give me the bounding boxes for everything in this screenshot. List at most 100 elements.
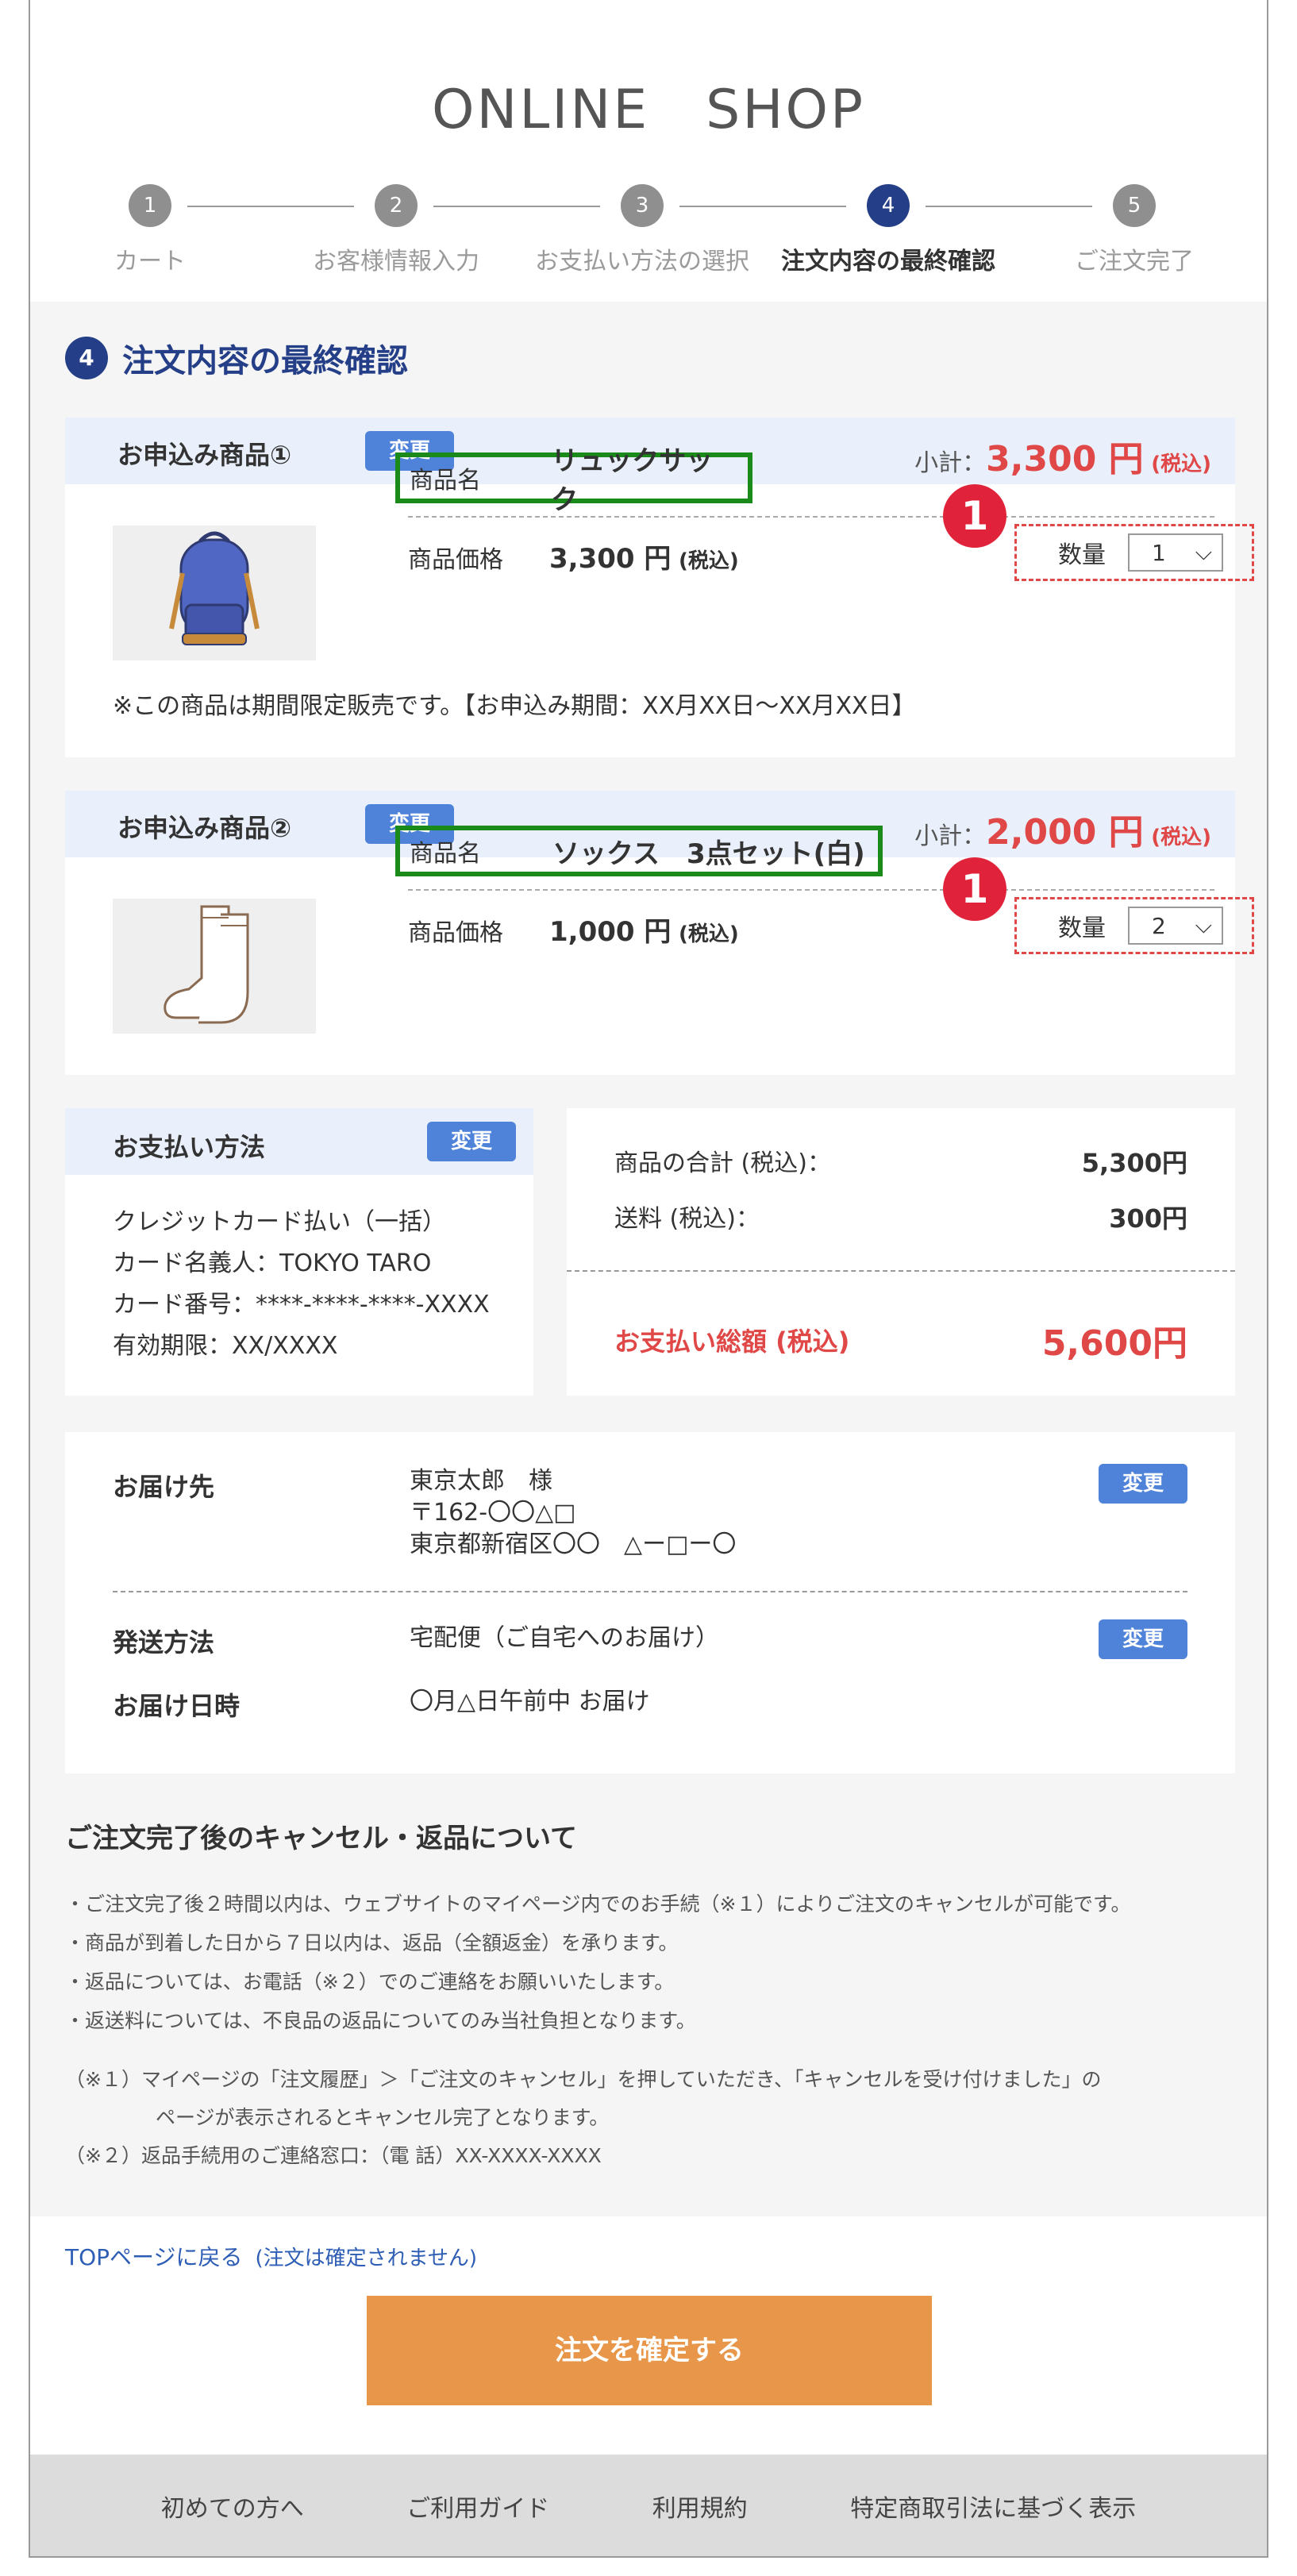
order-item-1: お申込み商品① 変更 小計：3,300 円 (税込) 商品名 リュックサック 商… [65, 418, 1254, 757]
shipping-fee-label: 送料 (税込)： [614, 1205, 760, 1233]
quantity-label: 数量 [1058, 914, 1106, 942]
shop-title: ONLINE SHOP [432, 79, 865, 141]
shipping-method-label: 発送方法 [113, 1627, 215, 1658]
footer-link-terms[interactable]: 利用規約 [652, 2489, 748, 2524]
step-label: ご注文完了 [1075, 248, 1194, 275]
shipping-card: お届け先 東京太郎 様 〒162-〇〇△□ 東京都新宿区〇〇 △ー□ー〇 変更 … [65, 1432, 1235, 1773]
page-frame: ONLINE SHOP 1 カート 2 お客様情報入力 3 お支払い方法の選択 … [29, 0, 1268, 2558]
payment-details: クレジットカード払い（一括） カード名義人：TOKYO TARO カード番号：*… [113, 1202, 490, 1367]
cancel-policy-title: ご注文完了後のキャンセル・返品について [65, 1823, 577, 1854]
card-holder: カード名義人：TOKYO TARO [113, 1249, 432, 1277]
subtotal-label: 小計： [914, 449, 987, 477]
quantity-value: 1 [1152, 539, 1166, 566]
product-price-label: 商品価格 [408, 919, 503, 947]
subtotal-label: 小計： [914, 822, 987, 850]
product-name-label: 商品名 [410, 467, 481, 495]
product-price-row: 商品価格 1,000 円 (税込) [408, 910, 739, 949]
section-title-text: 注文内容の最終確認 [122, 343, 408, 379]
quantity-highlight: 数量 1 ⌵ [1014, 524, 1254, 581]
product-price-value: 3,300 円 [549, 543, 672, 575]
product-price-row: 商品価格 3,300 円 (税込) [408, 537, 739, 576]
product-price-tax: (税込) [678, 549, 739, 573]
back-to-top-link[interactable]: TOPページに戻る (注文は確定されません) [65, 2240, 477, 2272]
grand-total-label: お支払い総額 (税込) [614, 1327, 850, 1357]
product-price-label: 商品価格 [408, 546, 503, 574]
policy-note-continued: ページが表示されるとキャンセル完了となります。 [156, 2106, 610, 2129]
step-number: 3 [621, 184, 664, 227]
step-3: 3 お支払い方法の選択 [535, 184, 749, 275]
payment-method-card: お支払い方法 変更 クレジットカード払い（一括） カード名義人：TOKYO TA… [65, 1108, 533, 1396]
payment-method-header: お支払い方法 変更 [65, 1108, 533, 1175]
item-heading: お申込み商品② [117, 813, 292, 843]
quantity-value: 2 [1152, 912, 1166, 939]
back-to-top-text[interactable]: TOPページに戻る [65, 2244, 242, 2270]
shipping-fee-row: 送料 (税込)： 300円 [614, 1199, 1187, 1235]
confirm-order-button[interactable]: 注文を確定する [367, 2296, 932, 2405]
step-number: 2 [375, 184, 418, 227]
section-number: 4 [65, 337, 108, 379]
divider [567, 1270, 1235, 1272]
footer-link-commerce-law[interactable]: 特定商取引法に基づく表示 [850, 2489, 1136, 2524]
footer-link-guide[interactable]: ご利用ガイド [406, 2489, 549, 2524]
subtotal-amount: 3,300 円 [986, 439, 1144, 479]
policy-item: ・ご注文完了後２時間以内は、ウェブサイトのマイページ内でのお手続（※１）によりご… [65, 1893, 1131, 1916]
destination-name: 東京太郎 様 [410, 1467, 552, 1495]
quantity-label: 数量 [1058, 541, 1106, 569]
divider [113, 1591, 1187, 1592]
product-name-label: 商品名 [410, 840, 481, 868]
product-name-highlight: 商品名 リュックサック [395, 445, 752, 516]
delivery-date-label: お届け日時 [113, 1691, 241, 1721]
destination-label: お届け先 [113, 1472, 215, 1502]
step-2: 2 お客様情報入力 [301, 184, 491, 275]
action-area: TOPページに戻る (注文は確定されません) 注文を確定する [30, 2216, 1267, 2455]
item-note: ※この商品は期間限定販売です。【お申込み期間：XX月XX日〜XX月XX日】 [113, 692, 916, 720]
shipping-fee-value: 300円 [1109, 1203, 1187, 1234]
footer-link-first-time[interactable]: 初めての方へ [161, 2489, 304, 2524]
quantity-select[interactable]: 1 ⌵ [1128, 533, 1223, 572]
annotation-badge: 1 [943, 484, 1006, 548]
card-expiry: 有効期限：XX/XXXX [113, 1332, 338, 1360]
payment-method-title: お支払い方法 [113, 1132, 266, 1162]
product-name-highlight: 商品名 ソックス 3点セット(白) [395, 826, 883, 876]
shipping-method-value: 宅配便（ご自宅へのお届け） [410, 1624, 719, 1652]
item-subtotal: 小計：3,300 円 (税込) [914, 430, 1211, 481]
divider [408, 889, 1214, 891]
step-5: 5 ご注文完了 [1039, 184, 1230, 275]
divider [408, 516, 1214, 518]
socks-icon [113, 899, 316, 1034]
subtotal-amount: 2,000 円 [986, 812, 1144, 853]
grand-total-row: お支払い総額 (税込) 5,600円 [614, 1315, 1187, 1365]
step-number: 5 [1113, 184, 1156, 227]
quantity-highlight: 数量 2 ⌵ [1014, 897, 1254, 954]
cancel-policy-notes: （※１）マイページの「注文履歴」＞「ご注文のキャンセル」を押していただき、「キャ… [65, 2061, 1101, 2175]
step-number: 4 [867, 184, 910, 227]
item-subtotal: 小計：2,000 円 (税込) [914, 803, 1211, 854]
subtotal-tax: (税込) [1151, 826, 1211, 849]
change-payment-button[interactable]: 変更 [427, 1122, 516, 1161]
destination-value: 東京太郎 様 〒162-〇〇△□ 東京都新宿区〇〇 △ー□ー〇 [410, 1465, 736, 1561]
step-indicator: 1 カート 2 お客様情報入力 3 お支払い方法の選択 4 注文内容の最終確認 … [30, 184, 1267, 279]
policy-note: （※２）返品手続用のご連絡窓口：（電 話）XX-XXXX-XXXX [65, 2144, 602, 2167]
back-to-top-note: (注文は確定されません) [255, 2247, 477, 2270]
subtotal-tax: (税込) [1151, 452, 1211, 476]
quantity-select[interactable]: 2 ⌵ [1128, 907, 1223, 945]
grand-total-value: 5,600円 [1041, 1323, 1187, 1364]
policy-item: ・返品については、お電話（※２）でのご連絡をお願いいたします。 [65, 1970, 675, 1993]
step-label: 注文内容の最終確認 [781, 248, 995, 275]
card-number: カード番号：****-****-****-XXXX [113, 1291, 490, 1319]
change-destination-button[interactable]: 変更 [1099, 1464, 1187, 1504]
goods-total-value: 5,300円 [1081, 1148, 1187, 1178]
annotation-badge: 1 [943, 857, 1006, 921]
product-price-tax: (税込) [678, 922, 739, 946]
product-name-value: ソックス 3点セット(白) [552, 837, 865, 870]
step-label: お客様情報入力 [313, 248, 479, 275]
product-price-value: 1,000 円 [549, 916, 672, 948]
goods-total-label: 商品の合計 (税込)： [614, 1149, 831, 1177]
order-item-2: お申込み商品② 変更 小計：2,000 円 (税込) 商品名 ソックス 3点セッ… [65, 791, 1254, 1075]
backpack-icon [113, 526, 316, 660]
product-name-value: リュックサック [551, 445, 714, 516]
change-shipping-method-button[interactable]: 変更 [1099, 1619, 1187, 1659]
payment-type: クレジットカード払い（一括） [113, 1208, 446, 1236]
step-number: 1 [129, 184, 171, 227]
destination-zip: 〒162-〇〇△□ [410, 1499, 576, 1527]
